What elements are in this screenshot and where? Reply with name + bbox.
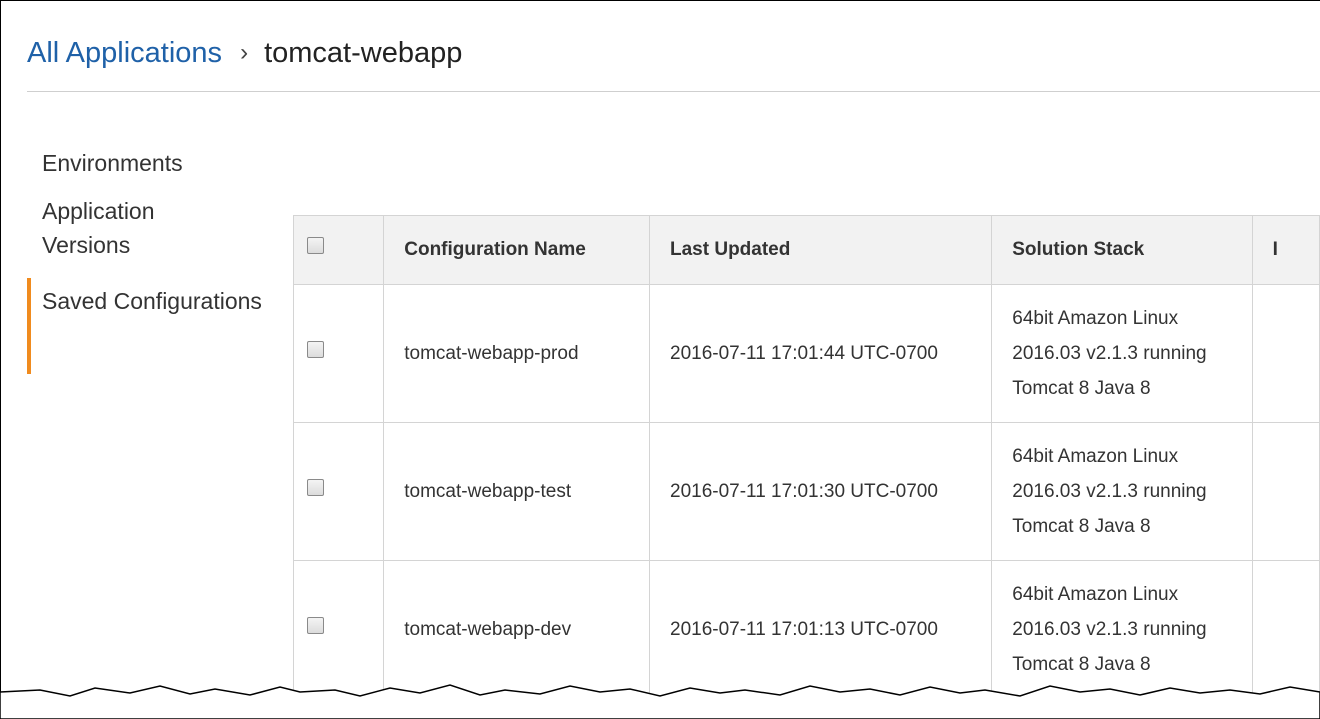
row-select-cell [292,560,385,699]
solution-stack-text: 64bit Amazon Linux 2016.03 v2.1.3 runnin… [1012,308,1207,399]
table-row[interactable]: tomcat-webapp-test 2016-07-11 17:01:30 U… [292,422,1320,561]
solution-stack-text: 64bit Amazon Linux 2016.03 v2.1.3 runnin… [1012,446,1207,537]
select-all-cell [292,215,385,285]
configuration-name-cell[interactable]: tomcat-webapp-test [383,422,650,561]
sidebar-item-environments[interactable]: Environments [27,146,267,180]
truncated-cell [1251,560,1320,699]
solution-stack-cell: 64bit Amazon Linux 2016.03 v2.1.3 runnin… [991,560,1253,699]
solution-stack-cell: 64bit Amazon Linux 2016.03 v2.1.3 runnin… [991,422,1253,561]
saved-configurations-table: Configuration Name Last Updated Solution… [292,215,1320,699]
table-row[interactable]: tomcat-webapp-prod 2016-07-11 17:01:44 U… [292,284,1320,423]
column-header-configuration-name[interactable]: Configuration Name [383,215,650,285]
header-divider [27,91,1320,92]
last-updated-cell: 2016-07-11 17:01:44 UTC-0700 [648,284,993,423]
table-header-row: Configuration Name Last Updated Solution… [292,215,1320,285]
sidebar-item-label: Application Versions [42,198,155,258]
truncated-cell [1251,284,1320,423]
breadcrumb: All Applications › tomcat-webapp [27,33,462,73]
column-header-solution-stack[interactable]: Solution Stack [991,215,1253,285]
breadcrumb-all-applications-link[interactable]: All Applications [27,37,222,69]
row-checkbox[interactable] [307,617,324,635]
table-row[interactable]: tomcat-webapp-dev 2016-07-11 17:01:13 UT… [292,560,1320,699]
column-header-last-updated[interactable]: Last Updated [648,215,993,285]
last-updated-cell: 2016-07-11 17:01:30 UTC-0700 [648,422,993,561]
select-all-checkbox[interactable] [307,237,324,255]
row-checkbox[interactable] [307,479,324,497]
sidebar-item-saved-configurations[interactable]: Saved Configurations [27,278,267,374]
solution-stack-cell: 64bit Amazon Linux 2016.03 v2.1.3 runnin… [991,284,1253,423]
column-header-truncated[interactable]: I [1251,215,1320,285]
solution-stack-text: 64bit Amazon Linux 2016.03 v2.1.3 runnin… [1012,584,1207,675]
sidebar-item-application-versions[interactable]: Application Versions [27,194,267,262]
sidebar-nav: Environments Application Versions Saved … [27,146,267,374]
last-updated-cell: 2016-07-11 17:01:13 UTC-0700 [648,560,993,699]
row-checkbox[interactable] [307,341,324,359]
configuration-name-cell[interactable]: tomcat-webapp-prod [383,284,650,423]
configuration-name-cell[interactable]: tomcat-webapp-dev [383,560,650,699]
truncated-cell [1251,422,1320,561]
row-select-cell [292,422,385,561]
sidebar-item-label: Saved Configurations [42,288,262,314]
breadcrumb-separator: › [240,39,249,66]
torn-page-edge [0,684,1320,719]
row-select-cell [292,284,385,423]
breadcrumb-current-app: tomcat-webapp [264,37,463,69]
